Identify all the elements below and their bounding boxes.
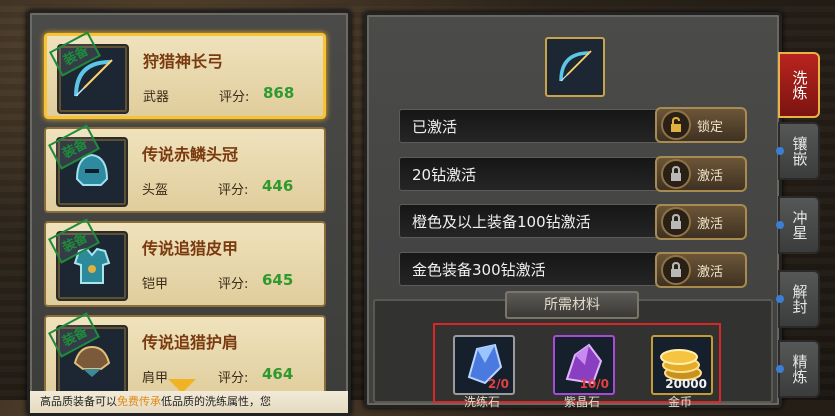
tab-label: 解封 xyxy=(790,284,809,314)
tab-unseal[interactable]: 解封 xyxy=(776,270,820,328)
material-slot[interactable]: 10/0 xyxy=(553,335,615,395)
refine-panel: 已激活 锁定 20钻激活 激活 橙色及以上装备100钻激活 激活 金色装备300… xyxy=(364,12,782,409)
tab-label: 洗炼 xyxy=(790,70,809,100)
materials-header: 所需材料 xyxy=(505,291,639,319)
equipment-list-panel: 装备 狩猎神长弓 武器 评分: 868 装备 传说赤鳞头冠 头盔 评分: 446 xyxy=(27,10,351,416)
item-name: 传说赤鳞头冠 xyxy=(142,145,239,164)
tab-dot-icon xyxy=(776,295,784,303)
button-label: 激活 xyxy=(697,168,724,184)
inherit-tooltip: 高品质装备可以免费传承低品质的洗练属性，您 xyxy=(30,391,348,413)
equipment-card[interactable]: 装备 传说赤鳞头冠 头盔 评分: 446 xyxy=(44,124,326,213)
button-label: 锁定 xyxy=(697,119,724,135)
tab-dot-icon xyxy=(776,147,784,155)
stat-row: 已激活 xyxy=(399,109,671,143)
materials-section: 所需材料 2/0 10/0 20000 洗练石 紫晶石 金币 xyxy=(373,291,773,409)
activate-button[interactable]: 激活 xyxy=(655,156,747,192)
lock-button[interactable]: 锁定 xyxy=(655,107,747,143)
item-score: 645 xyxy=(262,271,294,289)
unlock-icon xyxy=(661,110,691,140)
tab-label: 精炼 xyxy=(790,354,809,384)
lock-icon xyxy=(661,255,691,285)
bow-icon: 装备 xyxy=(49,31,129,114)
shoulder-icon: 装备 xyxy=(48,312,128,395)
material-count: 2/0 xyxy=(487,377,509,391)
tooltip-prefix: 高品质装备可以 xyxy=(40,395,117,408)
score-label: 评分: xyxy=(218,183,249,198)
score-label: 评分: xyxy=(218,371,249,386)
material-name: 金币 xyxy=(667,395,692,409)
item-name: 传说追猎护肩 xyxy=(142,333,239,352)
item-type: 武器 xyxy=(143,90,170,105)
item-score: 868 xyxy=(263,84,295,102)
stat-row: 橙色及以上装备100钻激活 xyxy=(399,204,671,238)
item-score: 446 xyxy=(262,177,294,195)
item-type: 肩甲 xyxy=(142,371,169,386)
tooltip-suffix: 低品质的洗练属性，您 xyxy=(161,395,271,408)
lock-icon xyxy=(661,159,691,189)
activate-button[interactable]: 激活 xyxy=(655,204,747,240)
equipment-card[interactable]: 装备 传说追猎皮甲 铠甲 评分: 645 xyxy=(44,218,326,307)
item-type: 铠甲 xyxy=(142,277,169,292)
tab-label: 冲星 xyxy=(790,210,809,240)
item-type: 头盔 xyxy=(142,183,169,198)
material-name: 洗练石 xyxy=(463,395,500,409)
stat-row: 金色装备300钻激活 xyxy=(399,252,671,286)
tab-dot-icon xyxy=(776,365,784,373)
tab-dot-icon xyxy=(776,221,784,229)
score-label: 评分: xyxy=(219,90,250,105)
tab-forge[interactable]: 精炼 xyxy=(776,340,820,398)
lock-icon xyxy=(661,207,691,237)
material-count: 10/0 xyxy=(579,377,609,391)
item-name: 狩猎神长弓 xyxy=(143,52,224,71)
item-score: 464 xyxy=(262,365,294,383)
material-slot[interactable]: 20000 xyxy=(651,335,713,395)
button-label: 激活 xyxy=(697,264,724,280)
material-name: 紫晶石 xyxy=(563,395,600,409)
armor-icon: 装备 xyxy=(48,218,128,301)
material-slot[interactable]: 2/0 xyxy=(453,335,515,395)
button-label: 激活 xyxy=(697,216,724,232)
selected-bow-icon xyxy=(545,37,605,97)
equipment-card[interactable]: 装备 狩猎神长弓 武器 评分: 868 xyxy=(44,31,326,119)
stat-row: 20钻激活 xyxy=(399,157,671,191)
tab-star[interactable]: 冲星 xyxy=(776,196,820,254)
tab-label: 镶嵌 xyxy=(790,136,809,166)
tooltip-highlight: 免费传承 xyxy=(117,395,161,408)
activate-button[interactable]: 激活 xyxy=(655,252,747,288)
helmet-icon: 装备 xyxy=(48,124,128,207)
score-label: 评分: xyxy=(218,277,249,292)
material-count: 20000 xyxy=(665,377,707,391)
tab-refine[interactable]: 洗炼 xyxy=(778,52,820,118)
item-name: 传说追猎皮甲 xyxy=(142,239,239,258)
tab-inlay[interactable]: 镶嵌 xyxy=(776,122,820,180)
